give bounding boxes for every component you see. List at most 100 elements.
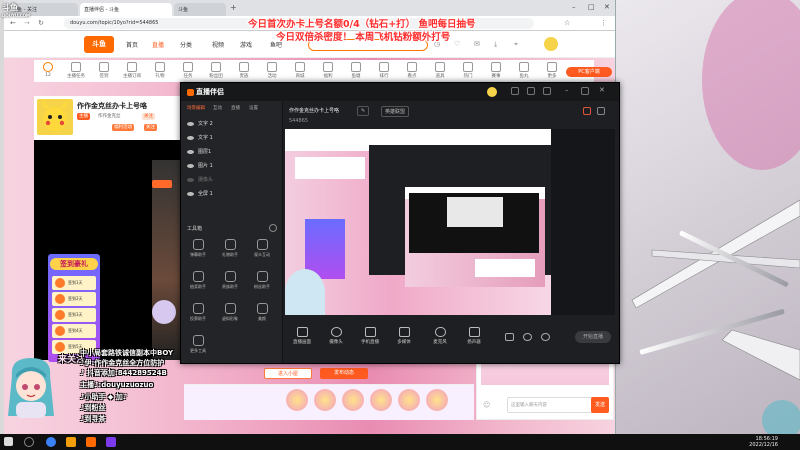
reload-icon[interactable]: ↻ [38,19,44,27]
chat-input[interactable]: 这里输入聊天内容 [507,397,593,413]
download-icon[interactable]: ⤓ [494,40,497,49]
message-icon[interactable]: ✉ [474,40,480,48]
eye-icon[interactable] [187,163,194,168]
eye-icon[interactable] [187,135,194,140]
video-settings-icon[interactable] [505,333,514,341]
user-avatar[interactable] [544,37,558,51]
minimize-icon[interactable]: – [565,87,573,95]
feature-item[interactable]: 商城 [288,62,312,79]
tool-item[interactable]: 美颜 [247,303,277,322]
edit-room-button[interactable]: ✎ [357,106,370,116]
tab-douyu[interactable]: 斗鱼 [174,3,226,16]
gear-icon[interactable] [541,333,550,341]
eye-icon[interactable] [187,149,194,154]
feature-item[interactable]: 更多 [540,62,564,79]
tool-item[interactable]: 礼物助手 [215,239,245,258]
feature-item[interactable]: 贵族 [232,62,256,79]
new-tab-icon[interactable]: + [230,3,237,12]
tab-live[interactable]: 直播 [231,105,240,111]
companion-avatar[interactable] [487,87,497,97]
tool-item[interactable]: 贵族助手 [215,271,245,290]
nav-live[interactable]: 直播 [152,40,164,49]
feature-item[interactable]: 礼物 [148,62,172,79]
control-screen-button[interactable]: 直播画面 [285,327,319,345]
gift-icon[interactable] [426,389,448,411]
post-feed-button[interactable]: 发布动态 [320,368,368,379]
nav-home[interactable]: 首页 [126,40,138,49]
eye-icon[interactable] [187,121,194,126]
eye-icon[interactable] [187,191,194,196]
signin-item[interactable]: 签到2天 [52,292,96,306]
follow-button[interactable]: 关注 [144,124,157,131]
tool-item[interactable]: 投票助手 [183,303,213,322]
tool-item[interactable]: 观众互动 [247,239,277,258]
send-button[interactable]: 发送 [591,397,609,413]
app-icon[interactable] [106,437,116,447]
tab-companion[interactable]: 直播伴侣 - 斗鱼 [80,3,172,16]
control-phone-button[interactable]: 手机直播 [353,327,387,345]
streamer-name[interactable]: 作作金克丝 [96,113,123,120]
layer-row[interactable]: 图层1 [181,145,283,157]
nav-category[interactable]: 分类 [180,40,192,49]
live-preview[interactable] [285,129,615,315]
feature-item[interactable]: 福利 [316,62,340,79]
feature-item[interactable]: 粉丝团 [204,62,228,79]
gift-icon[interactable] [286,389,308,411]
maximize-icon[interactable] [581,87,589,95]
folder-icon[interactable] [66,437,76,447]
maximize-icon[interactable]: □ [588,3,595,11]
pc-client-button[interactable]: PC客户端 [566,67,612,77]
douyu-companion-icon[interactable] [86,437,96,447]
back-icon[interactable]: ← [10,19,16,27]
tool-item[interactable]: 虚拟形象 [215,303,245,322]
menu-icon[interactable]: ⋮ [600,19,607,27]
feature-item[interactable]: 热门 [456,62,480,79]
streamer-avatar[interactable] [37,99,73,135]
layer-row[interactable]: 全屏 1 [181,187,283,199]
close-icon[interactable]: ✕ [599,87,607,95]
emoji-icon[interactable]: ☺ [483,401,490,409]
layout-icon[interactable] [597,107,605,115]
level-badge[interactable]: 12 [36,62,60,78]
feature-item[interactable]: 鱼丸 [512,62,536,79]
gift-icon[interactable] [342,389,364,411]
feature-item[interactable]: 看点 [400,62,424,79]
enter-cabin-button[interactable]: 进入小屋 [264,368,312,379]
fans-activity-button[interactable]: 福利活动 [112,124,134,131]
room-category-select[interactable]: 英雄联盟 [381,106,410,117]
tool-item[interactable]: 抽奖助手 [183,271,213,290]
forward-icon[interactable]: → [24,19,30,27]
signin-reward-panel[interactable]: 签到豪礼 签到1天 签到2天 签到3天 签到4天 签到5天 [48,254,100,362]
control-camera-button[interactable]: 摄像头 [319,327,353,345]
layer-row[interactable]: 文字 1 [181,131,283,143]
tab-settings[interactable]: 设置 [249,105,258,111]
close-icon[interactable]: ✕ [604,3,610,11]
feature-item[interactable]: 签到 [92,62,116,79]
control-speaker-button[interactable]: 扬声器 [457,327,491,345]
layer-row[interactable]: 文字 2 [181,117,283,129]
follow-icon[interactable]: ♡ [454,40,460,48]
record-icon[interactable] [583,107,591,115]
nav-games[interactable]: 游戏 [240,40,252,49]
signin-item[interactable]: 签到4天 [52,324,96,338]
toolbox-more-icon[interactable] [269,224,277,232]
companion-mail-icon[interactable] [511,87,519,95]
nav-video[interactable]: 视频 [212,40,224,49]
feature-item[interactable]: 活动 [260,62,284,79]
gift-icon[interactable] [370,389,392,411]
feature-item[interactable]: 任务 [176,62,200,79]
feature-item[interactable]: 赛事 [484,62,508,79]
search-icon[interactable] [24,437,34,447]
feature-item[interactable]: 道具 [428,62,452,79]
control-mic-button[interactable]: 麦克风 [423,327,457,345]
companion-settings-icon[interactable] [527,87,535,95]
signin-item[interactable]: 签到3天 [52,308,96,322]
extensions-icon[interactable]: ☆ [564,19,570,27]
feature-item[interactable]: 主播任务 [64,62,88,79]
eye-icon[interactable] [187,177,194,182]
tab-scene-edit[interactable]: 场景编辑 [187,105,205,111]
feature-item[interactable]: 鱼塘 [344,62,368,79]
tab-interact[interactable]: 互动 [213,105,222,111]
location-icon[interactable]: ⌖ [514,40,518,49]
layer-row[interactable]: 图片 1 [181,159,283,171]
